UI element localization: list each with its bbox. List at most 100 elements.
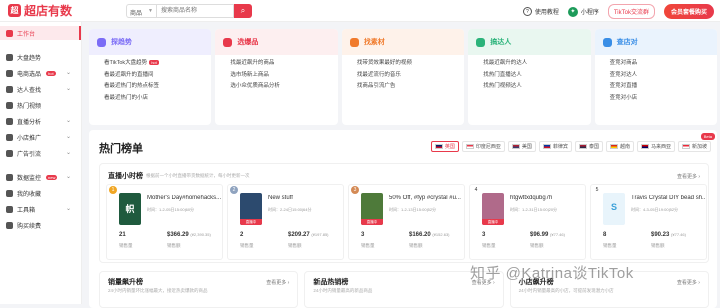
category-link[interactable]: 看最近飙升的直播间 [104, 70, 211, 82]
category-header[interactable]: 找素材 [341, 29, 465, 55]
category-link[interactable]: 找带货效果最好的视频 [357, 58, 464, 70]
live-room-name: htgwttxdqubg7h [510, 195, 553, 201]
category-link-label: 找最近流行的音乐 [356, 71, 401, 78]
region-tab-my[interactable]: 马来西亚 [636, 141, 675, 152]
sidebar-item[interactable]: 直播分析 ⌄ [0, 114, 81, 128]
sidebar-item[interactable]: 数据监控 new ⌄ [0, 170, 81, 184]
category-header[interactable]: 探趋势 [89, 29, 212, 55]
region-tab-uk[interactable]: 英国 [430, 141, 459, 152]
main-content: 探趋势看TikTok大盘趋势 hot 看最近飙升的直播间 看最近热门的热点标签 看最近热… [89, 29, 718, 308]
sales-amount: $96.99 (¥77.46) [530, 232, 565, 238]
tutorial-link[interactable]: ? 使用教程 [522, 7, 559, 16]
category-link[interactable]: 找商品引流广告 [357, 81, 464, 93]
region-tab-vn[interactable]: 越南 [605, 141, 634, 152]
sales-count: 8 [603, 232, 607, 238]
category-link[interactable]: 查竞对达人 [610, 70, 717, 82]
sidebar-item[interactable]: 广告引流 ⌄ [0, 146, 81, 160]
thumbnail-logo: 帜 [125, 204, 135, 214]
category-card: 选爆品找最近飙升的商品 选市场新上商品 选小众优质商品分析 [215, 29, 338, 125]
sidebar-item[interactable]: 达人查找 ⌄ [0, 82, 81, 96]
category-link[interactable]: 找最近飙升的商品 [230, 58, 337, 70]
brand-logo[interactable]: 超 超店有数 [0, 2, 84, 19]
category-link[interactable]: 找热门视频达人 [483, 81, 590, 93]
category-title: 找素材 [363, 39, 385, 46]
search-type-select[interactable]: 商品 ▼ [126, 3, 156, 18]
miniprogram-link[interactable]: ✦ 小程序 [567, 6, 599, 17]
sidebar-item[interactable]: 购买续费 [0, 218, 81, 232]
sales-count: 3 [482, 232, 486, 238]
sales-count-label: 销售量 [361, 243, 375, 248]
live-room-card[interactable]: 5 S Travis Crystal DIY bead sh... 时间：4-3-05… [590, 184, 707, 260]
category-link[interactable]: 找最近飙升的达人 [483, 58, 590, 70]
sales-amount: $166.20 (¥152.63) [409, 232, 450, 238]
sales-amount-cny: (¥77.46) [671, 232, 686, 237]
category-link[interactable]: 查竞对直播 [610, 81, 717, 93]
wechat-icon: ✦ [567, 6, 578, 17]
sales-count: 3 [361, 232, 365, 238]
category-link[interactable]: 选市场新上商品 [230, 70, 337, 82]
sidebar-item[interactable]: 小店推广 ⌄ [0, 130, 81, 144]
rank-badge: 5 [595, 187, 599, 193]
sidebar-item[interactable]: 电商选品 hot ⌄ [0, 66, 81, 80]
beta-badge: Beta [700, 133, 715, 140]
live-room-card[interactable]: 4 直播中 htgwttxdqubg7h 时间：1-2-31日15:00|20分 3 销售… [469, 184, 586, 260]
category-link[interactable]: 看TikTok大盘趋势 hot [104, 58, 211, 70]
sidebar-item[interactable]: 大盘趋势 [0, 50, 81, 64]
category-icon [349, 37, 359, 47]
category-header[interactable]: 选爆品 [215, 29, 338, 55]
sales-count: 21 [119, 232, 126, 238]
chevron-down-icon: ⌄ [65, 206, 71, 212]
search-icon: ⌕ [240, 5, 246, 15]
menu-icon [6, 69, 13, 77]
sidebar-item-label: 达人查找 [17, 87, 42, 94]
live-room-card[interactable]: 1 帜 Mother's Day#homehacks... 时间：1-2-05日15:… [106, 184, 223, 260]
category-link-label: 找带货效果最好的视频 [356, 60, 412, 66]
live-room-card[interactable]: 3 直播中 50% Off, #fyp #crystal #u... 时间：1-2-1… [348, 184, 465, 260]
category-header[interactable]: 查店对 [594, 29, 718, 55]
region-tab-us[interactable]: 美国 [507, 141, 536, 152]
ranking-more-link[interactable]: 查看更多 › [677, 279, 700, 286]
id-flag-icon [465, 144, 474, 149]
category-link[interactable]: 查竞对小店 [610, 93, 717, 105]
rank-badge: 4 [474, 187, 478, 193]
category-card: 探趋势看TikTok大盘趋势 hot 看最近飙升的直播间 看最近热门的热点标签 看最近热… [89, 29, 212, 125]
category-link-label: 查竞对小店 [609, 94, 638, 101]
sg-flag-icon [681, 144, 690, 149]
category-link[interactable]: 选小众优质商品分析 [230, 81, 337, 93]
category-link[interactable]: 查竞对商品 [610, 58, 717, 70]
region-tab-sg[interactable]: 新加坡 [677, 141, 711, 152]
region-tab-ph[interactable]: 菲律宾 [538, 141, 572, 152]
question-icon: ? [522, 7, 532, 16]
chevron-down-icon: ⌄ [65, 118, 71, 124]
sidebar-item[interactable]: 热门视频 [0, 98, 81, 112]
live-room-card[interactable]: 2 直播中 New stuff 时间：2-24日15:00|64分 2 销售量 $209.2… [227, 184, 344, 260]
search-bar: 商品 ▼ ⌕ [126, 3, 252, 18]
category-icon [223, 37, 233, 47]
category-link-label: 找热门直播达人 [483, 71, 522, 78]
region-tab-id[interactable]: 印度尼西亚 [461, 141, 505, 152]
sidebar-item[interactable]: 工具箱 ⌄ [0, 202, 81, 216]
tiktok-group-link[interactable]: TikTok交流群 [607, 4, 655, 19]
category-link[interactable]: 找热门直播达人 [483, 70, 590, 82]
category-link[interactable]: 找最近流行的音乐 [357, 70, 464, 82]
sidebar-item-label: 广告引流 [17, 151, 42, 158]
menu-icon [6, 189, 13, 197]
region-tab-th[interactable]: 泰国 [574, 141, 603, 152]
ranking-more-link[interactable]: 查看更多 › [266, 279, 289, 286]
live-list-more-link[interactable]: 查看更多 › [677, 173, 700, 180]
category-header[interactable]: 搞达人 [468, 29, 591, 55]
search-button[interactable]: ⌕ [234, 3, 252, 18]
sidebar-item-label: 热门视频 [17, 103, 42, 110]
live-room-name: Mother's Day#homehacks... [147, 195, 221, 201]
ranking-subtitle: 24小时内销量环比涨幅最大，接近热卖爆款的商品 [108, 288, 208, 293]
category-card: 搞达人找最近飙升的达人 找热门直播达人找热门视频达人 [468, 29, 591, 125]
sidebar-item[interactable]: 工作台 [0, 26, 81, 40]
sidebar-item[interactable]: 我的收藏 [0, 186, 81, 200]
live-now-tag: 直播中 [240, 219, 262, 225]
category-links: 查竞对商品 查竞对达人 查竞对直播 查竞对小店 [595, 55, 717, 104]
search-input[interactable] [156, 3, 234, 18]
category-link[interactable]: 看最近热门的小店 [104, 93, 211, 105]
category-link[interactable]: 看最近热门的热点标签 [104, 81, 211, 93]
region-label: 马来西亚 [650, 144, 671, 150]
vip-purchase-button[interactable]: 会员套餐购买 [663, 4, 714, 19]
